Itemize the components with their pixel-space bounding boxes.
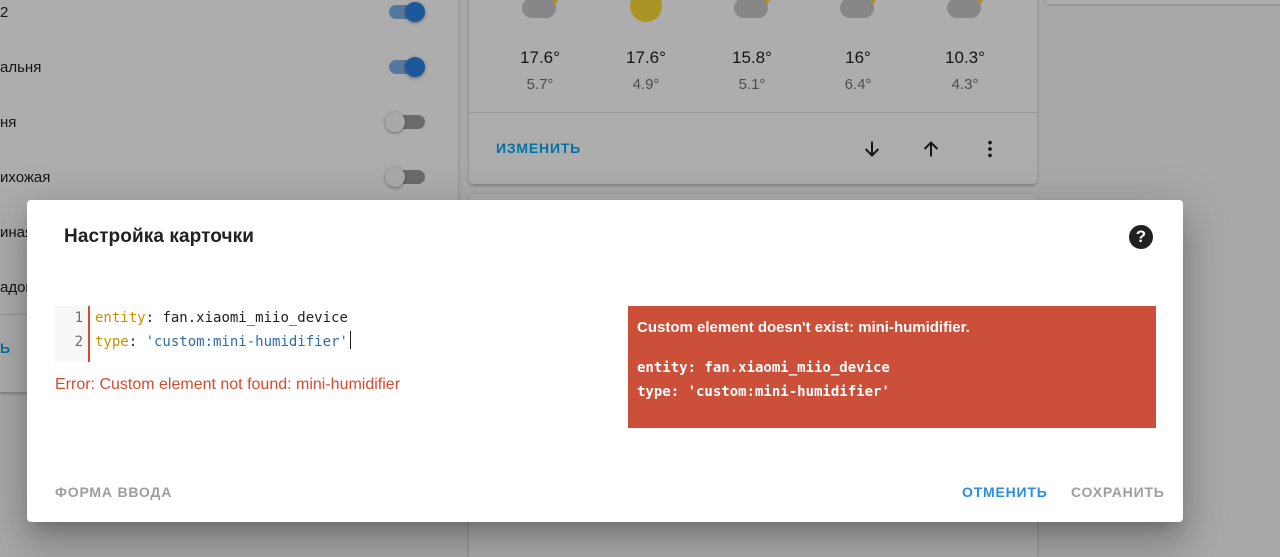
- yaml-value: 'custom:mini-humidifier': [145, 334, 348, 350]
- text-cursor: [349, 331, 351, 349]
- error-marker: [88, 306, 90, 362]
- card-config-dialog: Настройка карточки ? 1 2 entity: fan.xia…: [27, 200, 1183, 522]
- yaml-value: fan.xiaomi_miio_device: [162, 310, 348, 326]
- yaml-key: type: [95, 334, 129, 350]
- code-line[interactable]: entity: fan.xiaomi_miio_device: [95, 306, 351, 330]
- line-number: 2: [74, 334, 83, 350]
- preview-error-title: Custom element doesn't exist: mini-humid…: [637, 319, 970, 336]
- editor-error-message: Error: Custom element not found: mini-hu…: [55, 376, 401, 393]
- yaml-key: entity: [95, 310, 146, 326]
- preview-config-line: entity: fan.xiaomi_miio_device: [637, 360, 890, 376]
- yaml-code-editor[interactable]: 1 2 entity: fan.xiaomi_miio_device type:…: [55, 306, 385, 362]
- preview-config-line: type: 'custom:mini-humidifier': [637, 384, 890, 400]
- yaml-sep: :: [145, 310, 163, 326]
- form-editor-toggle-button[interactable]: ФОРМА ВВОДА: [55, 484, 172, 500]
- line-number: 1: [74, 310, 83, 326]
- yaml-sep: :: [128, 334, 146, 350]
- help-circle-icon[interactable]: ?: [1129, 225, 1153, 249]
- preview-config: entity: fan.xiaomi_miio_device type: 'cu…: [637, 356, 890, 404]
- save-button[interactable]: СОХРАНИТЬ: [1071, 484, 1165, 500]
- dialog-title: Настройка карточки: [64, 226, 255, 247]
- code-line[interactable]: type: 'custom:mini-humidifier': [95, 330, 351, 354]
- code-content[interactable]: entity: fan.xiaomi_miio_device type: 'cu…: [95, 306, 351, 354]
- line-number-gutter: 1 2: [55, 306, 88, 362]
- card-preview-error: Custom element doesn't exist: mini-humid…: [628, 306, 1156, 428]
- cancel-button[interactable]: ОТМЕНИТЬ: [962, 484, 1048, 500]
